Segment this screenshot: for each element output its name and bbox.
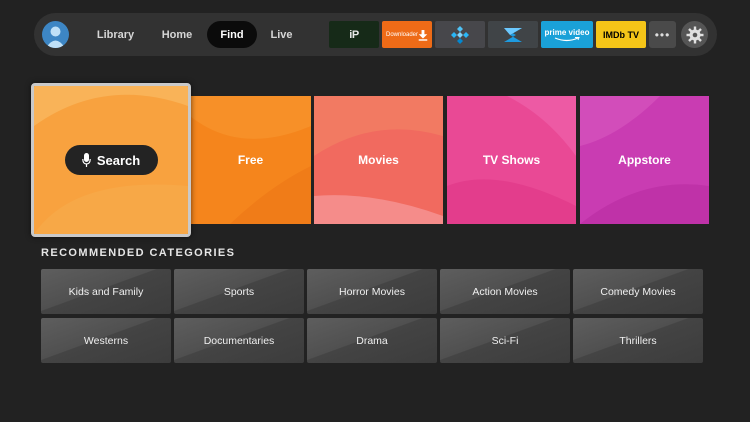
tile-movies[interactable]: Movies [314,96,443,224]
settings-button[interactable] [681,21,708,48]
category-horror-movies[interactable]: Horror Movies [307,269,437,314]
tab-find[interactable]: Find [207,21,257,48]
category-comedy-movies[interactable]: Comedy Movies [573,269,703,314]
tab-library[interactable]: Library [88,21,143,48]
tile-free[interactable]: Free [190,96,311,224]
microphone-icon [82,153,91,167]
profile-avatar-icon[interactable] [42,21,69,48]
s-app-icon[interactable] [488,21,538,48]
s-logo-icon [504,27,522,42]
more-dots-icon: ••• [654,27,671,42]
category-documentaries[interactable]: Documentaries [174,318,304,363]
more-apps-button[interactable]: ••• [649,21,676,48]
tile-free-label: Free [237,153,264,167]
ip-app-icon[interactable]: iP [329,21,379,48]
tile-tv-shows-label: TV Shows [482,153,541,167]
search-button[interactable]: Search [64,145,158,175]
tile-appstore[interactable]: Appstore [580,96,709,224]
ip-app-label: iP [349,28,359,41]
category-westerns[interactable]: Westerns [41,318,171,363]
category-sci-fi[interactable]: Sci-Fi [440,318,570,363]
category-action-movies[interactable]: Action Movies [440,269,570,314]
downloader-app-icon[interactable]: Downloader [382,21,432,48]
imdb-tv-app-icon[interactable]: IMDb TV [596,21,646,48]
section-title: RECOMMENDED CATEGORIES [41,247,236,259]
smile-arrow-icon [554,36,580,41]
category-kids-and-family[interactable]: Kids and Family [41,269,171,314]
tile-movies-label: Movies [358,153,399,167]
category-grid: Kids and Family Sports Horror Movies Act… [41,269,703,363]
category-thrillers[interactable]: Thrillers [573,318,703,363]
gear-icon [686,26,703,43]
tile-search[interactable]: Search [31,83,191,237]
prime-video-label: prime video [544,27,590,37]
top-navigation-bar: Library Home Find Live iP Downloader pri… [34,13,717,56]
category-drama[interactable]: Drama [307,318,437,363]
category-sports[interactable]: Sports [174,269,304,314]
tile-tv-shows[interactable]: TV Shows [447,96,576,224]
kodi-logo-icon [451,25,469,44]
download-arrow-icon [418,29,428,41]
tile-appstore-label: Appstore [618,153,671,167]
tab-home[interactable]: Home [152,21,202,48]
imdb-tv-label: IMDb TV [603,29,639,40]
kodi-app-icon[interactable] [435,21,485,48]
prime-video-app-icon[interactable]: prime video [541,21,593,48]
search-label: Search [96,152,141,168]
tab-live[interactable]: Live [259,21,304,48]
downloader-app-label: Downloader [386,31,419,38]
